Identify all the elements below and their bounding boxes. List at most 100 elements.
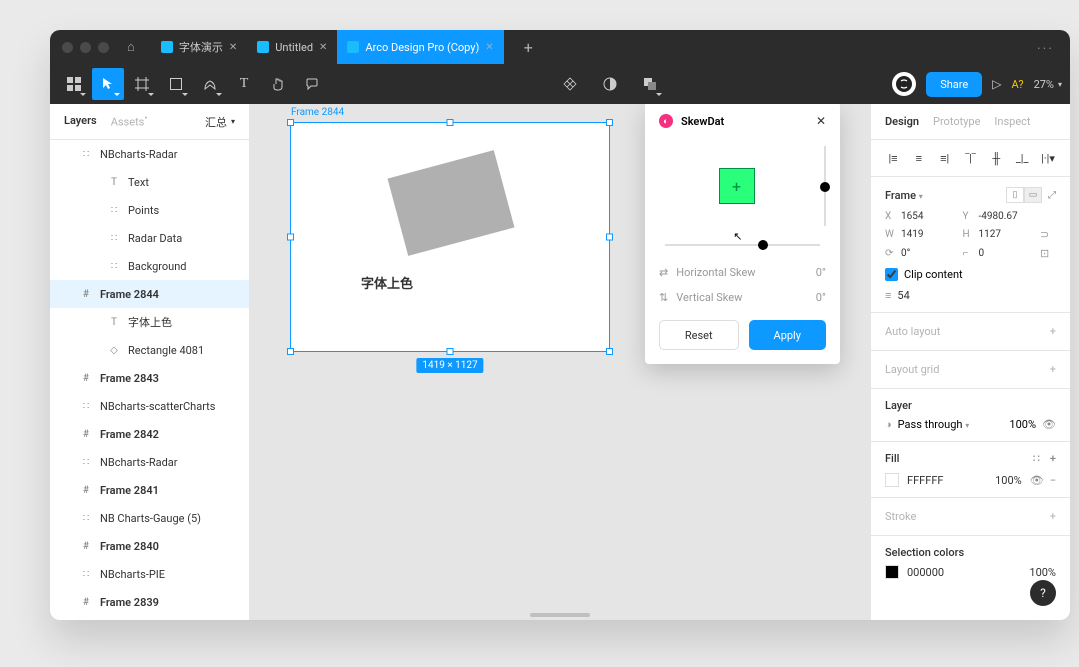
add-icon[interactable]: + [1050,510,1056,523]
selection-hex[interactable]: 000000 [907,566,1021,579]
selection-opacity[interactable]: 100% [1029,566,1056,579]
layer-row[interactable]: T8874 [50,616,249,620]
blend-mode-select[interactable]: Pass through ▾ [898,418,1004,431]
align-right-icon[interactable]: ≡| [937,150,953,166]
frame-label[interactable]: Frame 2844 [291,107,344,118]
frame-section-label[interactable]: Frame ▾ [885,189,923,202]
visibility-icon[interactable]: 👁 [1042,418,1056,431]
hand-tool[interactable] [262,68,294,100]
visibility-icon[interactable]: 👁 [1030,474,1044,487]
close-icon[interactable]: ✕ [485,42,493,53]
vertical-skew-slider[interactable] [824,146,826,226]
help-button[interactable]: ? [1030,580,1056,606]
boolean-icon[interactable] [634,68,666,100]
slider-thumb[interactable] [758,240,768,250]
styles-icon[interactable]: ∷ [1033,452,1040,465]
layer-row[interactable]: ◇Rectangle 4081 [50,336,249,364]
selection-color-swatch[interactable] [885,565,899,579]
horizontal-skew-slider[interactable]: ↖ [665,244,820,246]
clip-content-checkbox[interactable] [885,268,898,281]
w-input[interactable]: 1419 [901,229,959,240]
stroke-section-label[interactable]: Stroke [885,510,916,523]
resize-handle[interactable] [287,348,294,355]
independent-corners-icon[interactable]: ⊡ [1040,247,1056,260]
add-icon[interactable]: + [1050,325,1056,338]
layer-row[interactable]: T字体上色 [50,308,249,336]
layer-row[interactable]: #Frame 2840 [50,532,249,560]
layer-row[interactable]: ∷NBcharts-Radar [50,448,249,476]
landscape-mode[interactable]: ▭ [1024,187,1042,203]
layer-row[interactable]: ∷NBcharts-scatterCharts [50,392,249,420]
layer-row[interactable]: #Frame 2841 [50,476,249,504]
distribute-icon[interactable]: |·|▾ [1040,150,1056,166]
rectangle-shape[interactable] [388,150,515,256]
layer-row[interactable]: TText [50,168,249,196]
overflow-menu-icon[interactable]: ··· [1037,41,1054,57]
h-input[interactable]: 1127 [979,229,1037,240]
auto-layout-label[interactable]: Auto layout [885,325,940,338]
missing-font-icon[interactable]: A? [1012,78,1024,91]
close-icon[interactable]: ✕ [229,42,237,53]
close-icon[interactable]: ✕ [816,114,826,128]
home-icon[interactable]: ⌂ [127,39,135,55]
rotation-input[interactable]: 0° [901,248,959,259]
resize-to-fit-icon[interactable]: ⤢ [1048,190,1056,201]
page-selector[interactable]: 汇总▾ [205,114,235,130]
text-tool[interactable]: T [228,68,260,100]
apply-button[interactable]: Apply [749,320,827,350]
main-menu-button[interactable] [58,68,90,100]
zoom-dropdown[interactable]: 27%▾ [1034,78,1062,91]
layer-row[interactable]: ∷NBcharts-PIE [50,560,249,588]
layer-row[interactable]: #Frame 2844 [50,280,249,308]
frame-tool[interactable] [126,68,158,100]
skewdat-plugin-window[interactable]: ◐SkewDat ✕ + ↖ ⇄Horizontal Skew 0° ⇅Vert… [645,104,840,364]
layer-row[interactable]: #Frame 2839 [50,588,249,616]
mask-icon[interactable] [594,68,626,100]
x-input[interactable]: 1654 [901,211,959,222]
file-tab[interactable]: Untitled✕ [247,30,337,64]
file-tab[interactable]: Arco Design Pro (Copy)✕ [337,30,503,64]
layer-row[interactable]: ∷Background [50,252,249,280]
canvas[interactable]: Frame 2844 字体上色 1419 × 1127 ◐SkewDat ✕ [250,104,870,620]
new-tab-button[interactable]: + [514,38,543,57]
layer-row[interactable]: #Frame 2843 [50,364,249,392]
portrait-mode[interactable]: ▯ [1006,187,1024,203]
add-icon[interactable]: + [1050,452,1056,465]
prototype-tab[interactable]: Prototype [933,115,980,128]
text-layer[interactable]: 字体上色 [361,273,413,292]
shape-tool[interactable] [160,68,192,100]
component-icon[interactable] [554,68,586,100]
fill-hex-input[interactable]: FFFFFF [907,474,987,487]
layer-row[interactable]: ∷NB Charts-Gauge (5) [50,504,249,532]
y-input[interactable]: -4980.67 [979,211,1037,222]
corner-input[interactable]: 0 [979,248,1037,259]
comment-tool[interactable] [296,68,328,100]
resize-handle[interactable] [287,119,294,126]
layer-row[interactable]: #Frame 2842 [50,420,249,448]
design-tab[interactable]: Design [885,115,919,128]
horizontal-scrollbar[interactable] [530,613,590,617]
resize-handle[interactable] [447,119,454,126]
layer-row[interactable]: ∷Points [50,196,249,224]
align-vcenter-icon[interactable]: ╫ [988,150,1004,166]
resize-handle[interactable] [447,348,454,355]
slider-thumb[interactable] [820,182,830,192]
remove-icon[interactable]: − [1050,474,1056,487]
layout-grid-label[interactable]: Layout grid [885,363,939,376]
align-bottom-icon[interactable]: _|_ [1014,150,1030,166]
align-left-icon[interactable]: |≡ [885,150,901,166]
resize-handle[interactable] [606,348,613,355]
share-button[interactable]: Share [926,72,982,97]
align-top-icon[interactable]: ‾|‾ [962,150,978,166]
layers-tab[interactable]: Layers [64,114,97,129]
align-hcenter-icon[interactable]: ≡ [911,150,927,166]
move-tool[interactable] [92,68,124,100]
assets-tab[interactable]: Assets• [111,114,148,129]
traffic-lights[interactable] [62,42,109,53]
present-button[interactable]: ▷ [992,77,1001,91]
close-icon[interactable]: ✕ [319,42,327,53]
layer-row[interactable]: ∷NBcharts-Radar [50,140,249,168]
pen-tool[interactable] [194,68,226,100]
add-icon[interactable]: + [1050,363,1056,376]
fill-opacity-input[interactable]: 100% [995,474,1022,487]
